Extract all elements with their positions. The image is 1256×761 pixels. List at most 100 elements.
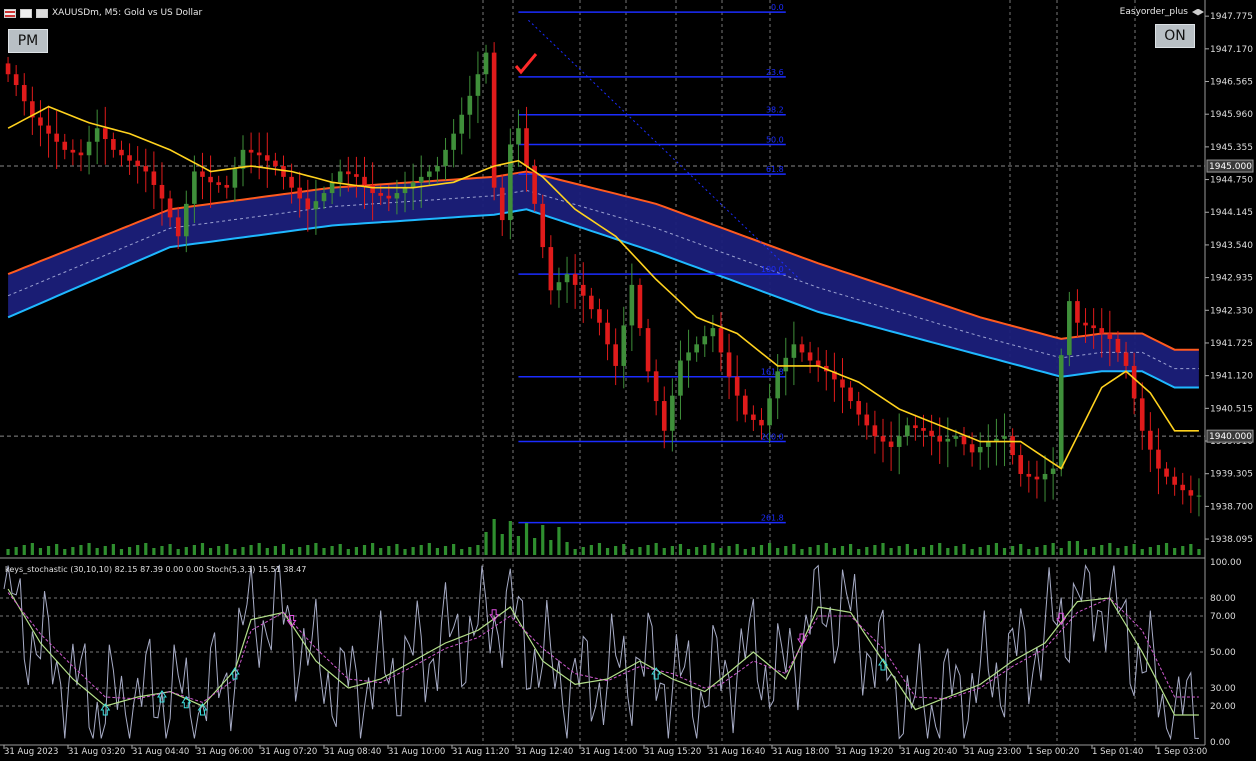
volume-bar <box>695 547 699 555</box>
volume-bar <box>200 543 205 555</box>
time-tick-label: 31 Aug 15:20 <box>644 747 701 757</box>
candle-body <box>346 171 351 175</box>
candle-body <box>629 284 635 326</box>
volume-bar <box>808 547 812 555</box>
price-tick-label: 1947.775 <box>1210 12 1253 22</box>
candle-body <box>759 419 764 426</box>
candle-body <box>880 436 886 442</box>
volume-bar <box>630 549 634 555</box>
volume-bar <box>476 545 480 555</box>
price-tick-label: 1945.960 <box>1210 110 1253 120</box>
volume-bar <box>889 548 893 555</box>
time-tick-label: 31 Aug 10:00 <box>388 747 445 757</box>
volume-bar <box>605 548 610 555</box>
volume-bar <box>500 534 504 555</box>
volume-bar <box>759 545 764 555</box>
candle-body <box>1091 325 1096 329</box>
volume-bar <box>79 545 83 555</box>
volume-bar <box>208 548 213 555</box>
volume-bar <box>686 549 691 555</box>
pm-button[interactable]: PM <box>8 29 48 53</box>
candle-body <box>637 284 643 329</box>
fib-level-label: 23.6 <box>766 68 784 77</box>
volume-bar <box>192 545 196 555</box>
candle-body <box>856 401 861 415</box>
volume-bar <box>435 548 440 555</box>
price-tick-label: 1941.725 <box>1210 339 1253 349</box>
candle-body <box>653 371 659 402</box>
volume-bar <box>784 546 788 555</box>
candle-body <box>783 357 789 372</box>
price-tick-label: 1938.700 <box>1210 502 1253 512</box>
time-tick-label: 31 Aug 03:20 <box>68 747 125 757</box>
candle-body <box>1172 476 1177 485</box>
candle-body <box>159 184 165 199</box>
stoch-tick-label: 0.00 <box>1210 738 1230 748</box>
candle-body <box>1115 338 1121 353</box>
price-chart-canvas[interactable]: 0.0 23.6 38.2 50.0 61.8 100.0 161.8 200.0 261.8 1… <box>0 0 1256 757</box>
candle-body <box>281 166 286 177</box>
candle-body <box>807 352 813 361</box>
volume-bar <box>38 548 43 555</box>
candle-body <box>678 360 683 396</box>
volume-bar <box>897 546 901 555</box>
candle-body <box>1050 468 1056 474</box>
candle-body <box>378 193 384 196</box>
time-tick-label: 31 Aug 2023 <box>4 747 58 757</box>
volume-bar <box>395 544 399 555</box>
volume-bar <box>678 544 683 555</box>
volume-bar <box>338 544 342 555</box>
fib-level-label: 38.2 <box>766 106 784 115</box>
volume-bar <box>289 549 294 555</box>
candle-body <box>896 436 902 447</box>
volume-bar <box>597 543 602 555</box>
stoch-tick-label: 50.00 <box>1210 648 1236 658</box>
volume-bar <box>14 547 18 555</box>
indicator-label: keys_stochastic (30,10,10) 82.15 87.39 0… <box>5 565 307 574</box>
stoch-tick-label: 70.00 <box>1210 612 1236 622</box>
volume-bar <box>1019 544 1023 555</box>
candle-body <box>1002 436 1007 439</box>
volume-bar <box>233 549 237 555</box>
candle-body <box>1075 301 1080 323</box>
chart-area[interactable]: 0.0 23.6 38.2 50.0 61.8 100.0 161.8 200.0 261.8 1… <box>0 0 1256 757</box>
ea-name: Easyorder_plus <box>1119 7 1188 17</box>
candle-body <box>1123 352 1129 366</box>
volume-bar <box>776 548 780 555</box>
volume-bar <box>55 544 59 555</box>
candle-body <box>86 141 92 156</box>
expert-advisor-label[interactable]: Easyorder_plus <box>1120 7 1204 17</box>
candle-body <box>240 149 246 169</box>
volume-bar <box>127 547 132 555</box>
candle-body <box>686 352 691 361</box>
volume-bar <box>565 542 569 555</box>
flag-icon <box>4 8 16 18</box>
candle-body <box>175 217 181 237</box>
candle-body <box>556 282 562 291</box>
price-tick-label: 1941.120 <box>1210 372 1253 382</box>
candle-body <box>289 176 294 188</box>
volume-bar <box>978 547 982 555</box>
on-button[interactable]: ON <box>1155 24 1195 48</box>
volume-bar <box>930 545 934 555</box>
candle-body <box>192 171 197 204</box>
candle-body <box>775 371 780 399</box>
candle-body <box>864 414 870 426</box>
price-tick-label: 1947.170 <box>1210 45 1253 55</box>
volume-bar <box>371 543 375 555</box>
volume-bar <box>144 543 148 555</box>
volume-bar <box>727 546 731 555</box>
candle-body <box>94 128 100 142</box>
volume-bar <box>63 549 67 555</box>
candle-body <box>1034 476 1040 480</box>
volume-bar <box>962 544 966 555</box>
volume-bar <box>1100 545 1104 555</box>
volume-bar <box>589 545 593 555</box>
candle-body <box>977 446 983 453</box>
volume-bar <box>1059 548 1063 555</box>
time-tick-label: 31 Aug 11:20 <box>452 747 509 757</box>
volume-bar <box>1002 548 1007 555</box>
candle-body <box>580 284 586 296</box>
volume-bar <box>557 527 561 555</box>
volume-bar <box>111 544 115 555</box>
